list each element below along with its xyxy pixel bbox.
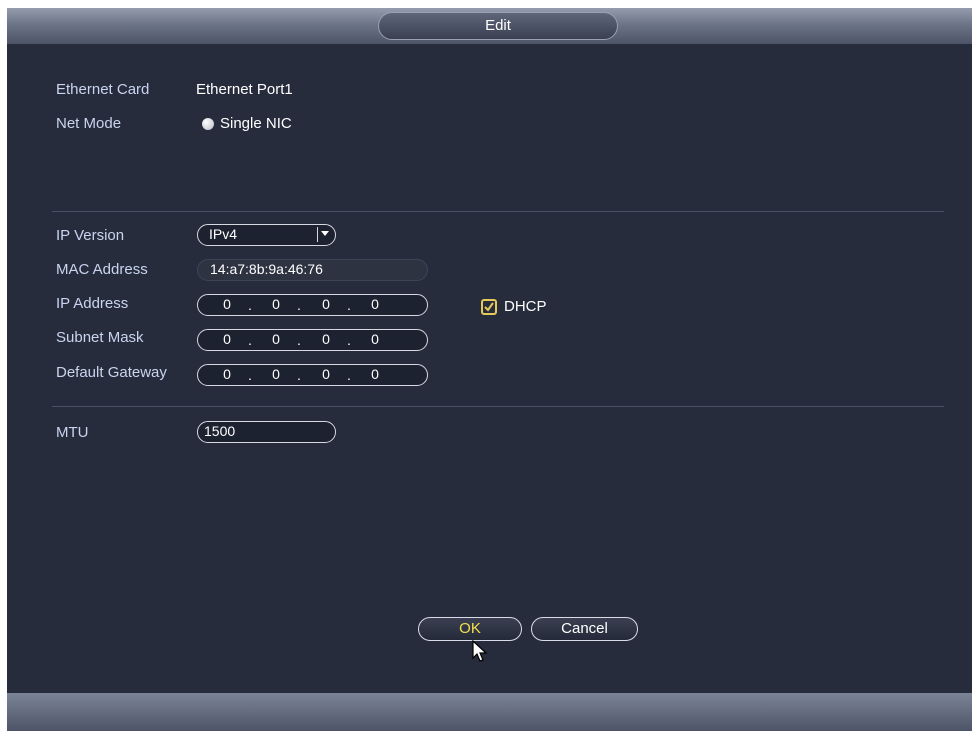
subnet-mask-label: Subnet Mask: [56, 329, 144, 346]
ethernet-card-label: Ethernet Card: [56, 81, 150, 98]
ip-version-selected: IPv4: [209, 226, 238, 242]
mouse-pointer-icon: [472, 640, 488, 662]
edit-dialog: Edit Ethernet Card Ethernet Port1 Net Mo…: [7, 8, 972, 731]
subnet-mask-field[interactable]: 0 . 0 . 0 . 0: [197, 329, 428, 351]
default-gateway-field[interactable]: 0 . 0 . 0 . 0: [197, 364, 428, 386]
subnet-mask-dot: .: [248, 332, 252, 348]
dhcp-checkbox[interactable]: [481, 299, 497, 315]
ip-version-dropdown[interactable]: IPv4: [197, 224, 336, 246]
subnet-mask-octet-3[interactable]: 0: [319, 330, 333, 349]
default-gateway-dot: .: [248, 367, 252, 383]
chevron-down-icon: [321, 231, 329, 236]
ip-address-octet-4[interactable]: 0: [368, 295, 382, 314]
ip-address-octet-1[interactable]: 0: [220, 295, 234, 314]
ip-version-label: IP Version: [56, 227, 125, 244]
dhcp-label: DHCP: [504, 298, 547, 315]
ip-address-dot: .: [248, 297, 252, 313]
default-gateway-octet-2[interactable]: 0: [269, 365, 283, 384]
net-mode-label: Net Mode: [56, 115, 122, 132]
ip-address-label: IP Address: [56, 295, 129, 312]
subnet-mask-dot: .: [347, 332, 351, 348]
single-nic-option-label: Single NIC: [220, 115, 292, 132]
checkmark-icon: [484, 302, 494, 312]
subnet-mask-octet-2[interactable]: 0: [269, 330, 283, 349]
ip-address-octet-3[interactable]: 0: [319, 295, 333, 314]
default-gateway-octet-4[interactable]: 0: [368, 365, 382, 384]
default-gateway-dot: .: [297, 367, 301, 383]
dialog-title: Edit: [378, 12, 618, 40]
footer-bar: [7, 693, 972, 731]
ip-address-dot: .: [297, 297, 301, 313]
mac-address-field: 14:a7:8b:9a:46:76: [197, 259, 428, 281]
ip-address-dot: .: [347, 297, 351, 313]
default-gateway-label: Default Gateway: [56, 364, 167, 381]
default-gateway-octet-3[interactable]: 0: [319, 365, 333, 384]
subnet-mask-octet-4[interactable]: 0: [368, 330, 382, 349]
section-divider: [52, 211, 944, 212]
subnet-mask-dot: .: [297, 332, 301, 348]
single-nic-radio[interactable]: [202, 118, 214, 130]
mtu-label: MTU: [56, 424, 89, 441]
cancel-button[interactable]: Cancel: [531, 617, 638, 641]
default-gateway-octet-1[interactable]: 0: [220, 365, 234, 384]
ip-address-octet-2[interactable]: 0: [269, 295, 283, 314]
default-gateway-dot: .: [347, 367, 351, 383]
dropdown-divider: [317, 227, 318, 242]
mac-address-value: 14:a7:8b:9a:46:76: [210, 261, 323, 277]
mtu-value: 1500: [204, 423, 236, 439]
ethernet-card-value: Ethernet Port1: [196, 81, 293, 98]
section-divider: [52, 406, 944, 407]
ip-address-field[interactable]: 0 . 0 . 0 . 0: [197, 294, 428, 316]
ok-button[interactable]: OK: [418, 617, 522, 641]
mtu-field[interactable]: 1500: [197, 421, 336, 443]
mac-address-label: MAC Address: [56, 261, 148, 278]
subnet-mask-octet-1[interactable]: 0: [220, 330, 234, 349]
title-bar: Edit: [7, 8, 972, 44]
